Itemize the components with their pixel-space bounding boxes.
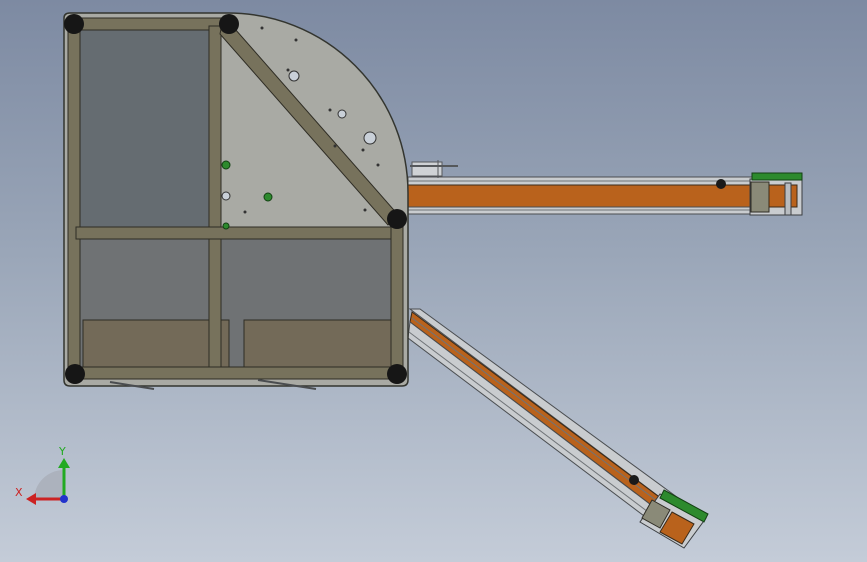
lower-conveyor-roller	[629, 475, 639, 485]
frame-bar-middle-horizontal	[75, 226, 397, 240]
x-axis-arrow-icon	[26, 493, 36, 505]
storage-box-right	[243, 319, 392, 369]
machine-body[interactable]	[63, 12, 409, 390]
y-axis-label: Y	[58, 445, 66, 458]
frame-bar-bottom	[69, 366, 403, 380]
lower-conveyor[interactable]	[407, 308, 709, 549]
plate-hole	[363, 131, 377, 145]
frame-bar-left	[67, 17, 81, 379]
plate-hole	[221, 191, 231, 201]
x-axis-label: X	[15, 486, 23, 499]
green-indicator	[263, 192, 273, 202]
caster-foot	[65, 364, 85, 384]
caster-foot	[387, 364, 407, 384]
y-axis-arrow-icon	[58, 458, 70, 468]
green-indicator	[221, 160, 231, 170]
upper-conveyor-belt	[407, 184, 754, 208]
frame-bar-top	[67, 17, 229, 31]
upper-conveyor[interactable]	[407, 160, 803, 216]
upper-conveyor-roller	[716, 179, 726, 189]
z-axis-dot	[60, 495, 68, 503]
caster-foot	[387, 209, 407, 229]
upper-conveyor-motor	[750, 181, 770, 213]
storage-box-left	[82, 319, 230, 369]
plate-hole	[288, 70, 300, 82]
cad-graphics-viewport[interactable]: Y X	[0, 0, 867, 562]
plate-hole	[337, 109, 347, 119]
lower-conveyor-rail-outer	[408, 308, 697, 521]
triad-plane	[34, 470, 64, 500]
frame-bar-middle-vertical	[208, 25, 222, 369]
coordinate-triad: Y X	[15, 445, 70, 505]
upper-conveyor-end-belt	[768, 184, 798, 208]
caster-foot	[64, 14, 84, 34]
upper-conveyor-green-part	[751, 172, 803, 181]
caster-foot	[219, 14, 239, 34]
green-indicator	[222, 222, 230, 230]
frame-bar-right	[390, 219, 404, 376]
upper-left-panel	[79, 29, 211, 229]
